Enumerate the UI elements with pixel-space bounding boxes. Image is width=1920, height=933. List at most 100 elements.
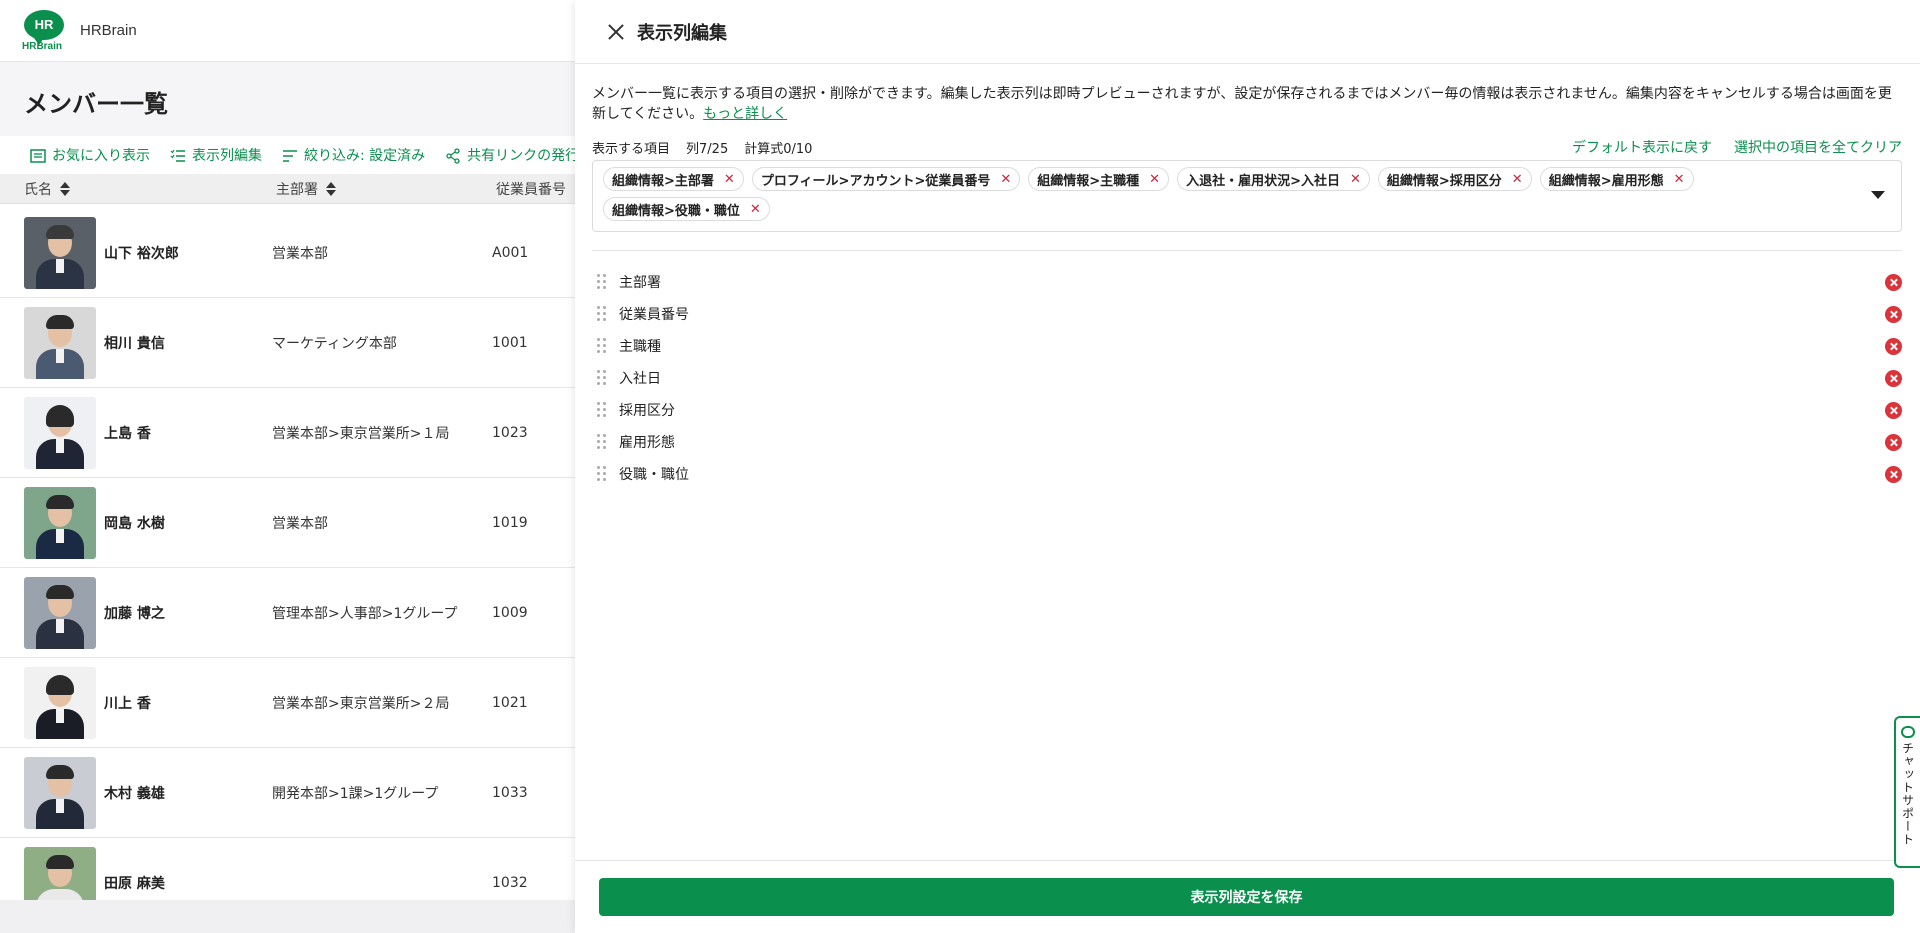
list-item[interactable]: 従業員番号	[592, 298, 1902, 330]
items-info-row: 表示する項目 列7/25 計算式0/10 デフォルト表示に戻す 選択中の項目を全…	[592, 137, 1902, 157]
tag-remove-icon[interactable]: ✕	[1000, 172, 1011, 187]
hrbrain-logo[interactable]: HR HRBrain	[22, 9, 66, 52]
avatar	[24, 396, 96, 469]
member-name[interactable]: 岡島 水樹	[96, 513, 272, 533]
member-dept: マーケティング本部	[272, 335, 397, 352]
panel-footer: 表示列設定を保存	[575, 860, 1920, 933]
header-emp-no-label: 従業員番号	[496, 181, 566, 198]
selected-tag: 組織情報>主職種 ✕	[1028, 167, 1170, 191]
table-row[interactable]: 川上 香 営業本部>東京営業所>２局 1021	[0, 658, 575, 748]
member-name[interactable]: 山下 裕次郎	[96, 243, 272, 263]
member-emp-no: 1009	[492, 604, 528, 621]
member-name[interactable]: 川上 香	[96, 693, 272, 713]
tag-label: 組織情報>採用区分	[1386, 173, 1502, 189]
tag-label: 組織情報>主職種	[1037, 173, 1140, 189]
header-dept-label: 主部署	[276, 181, 318, 198]
reset-default-link[interactable]: デフォルト表示に戻す	[1572, 137, 1712, 157]
remove-column-icon[interactable]	[1885, 401, 1902, 419]
member-emp-no: 1033	[492, 784, 528, 801]
list-box-icon	[30, 148, 46, 163]
table-row[interactable]: 木村 義雄 開発本部>1課>1グループ 1033	[0, 748, 575, 838]
save-columns-button[interactable]: 表示列設定を保存	[599, 878, 1894, 916]
column-edit-label: 表示列編集	[192, 148, 262, 164]
sort-icon[interactable]	[60, 181, 70, 197]
member-emp-no: 1023	[492, 424, 528, 441]
table-row[interactable]: 上島 香 営業本部>東京営業所>１局 1023	[0, 388, 575, 478]
dropdown-caret-icon[interactable]	[1871, 191, 1885, 199]
table-row[interactable]: 相川 貴信 マーケティング本部 1001	[0, 298, 575, 388]
column-label: 雇用形態	[619, 435, 675, 451]
drag-handle-icon[interactable]	[597, 274, 607, 290]
tag-remove-icon[interactable]: ✕	[750, 202, 761, 217]
filter-button[interactable]: 絞り込み: 設定済み	[282, 145, 425, 165]
header-name[interactable]: 氏名	[0, 179, 252, 199]
drag-handle-icon[interactable]	[597, 434, 607, 450]
remove-column-icon[interactable]	[1885, 305, 1902, 323]
drag-handle-icon[interactable]	[597, 466, 607, 482]
list-item[interactable]: 主職種	[592, 330, 1902, 362]
chat-support-button[interactable]: チャットサポート	[1894, 716, 1920, 868]
items-label: 表示する項目	[592, 141, 671, 157]
list-item[interactable]: 雇用形態	[592, 426, 1902, 458]
close-icon[interactable]	[607, 23, 625, 41]
member-table-body: 山下 裕次郎 営業本部 A001 相川 貴信 マーケティング本部 1001 上島…	[0, 208, 575, 900]
tag-remove-icon[interactable]: ✕	[1149, 172, 1160, 187]
drag-handle-icon[interactable]	[597, 306, 607, 322]
drag-handle-icon[interactable]	[597, 402, 607, 418]
tag-label: 入退社・雇用状況>入社日	[1186, 173, 1340, 189]
bottom-bar	[0, 900, 575, 933]
column-count: 列7/25	[686, 141, 729, 157]
member-name[interactable]: 上島 香	[96, 423, 272, 443]
favorites-label: お気に入り表示	[52, 148, 150, 164]
favorites-button[interactable]: お気に入り表示	[30, 145, 150, 165]
tag-label: 組織情報>役職・職位	[612, 203, 740, 219]
avatar	[24, 486, 96, 559]
tag-remove-icon[interactable]: ✕	[1674, 172, 1685, 187]
member-dept: 営業本部	[272, 245, 328, 262]
clear-all-link[interactable]: 選択中の項目を全てクリア	[1734, 137, 1902, 157]
list-item[interactable]: 主部署	[592, 266, 1902, 298]
member-name[interactable]: 加藤 博之	[96, 603, 272, 623]
remove-column-icon[interactable]	[1885, 337, 1902, 355]
share-link-label: 共有リンクの発行	[467, 148, 580, 164]
header-emp-no[interactable]: 従業員番号	[472, 179, 566, 199]
table-row[interactable]: 岡島 水樹 営業本部 1019	[0, 478, 575, 568]
member-name[interactable]: 相川 貴信	[96, 333, 272, 353]
header-dept[interactable]: 主部署	[252, 179, 472, 199]
list-item[interactable]: 採用区分	[592, 394, 1902, 426]
share-icon	[445, 148, 461, 164]
avatar	[24, 576, 96, 649]
filter-icon	[282, 148, 298, 162]
drag-handle-icon[interactable]	[597, 370, 607, 386]
column-order-list: 主部署 従業員番号 主職種 入社日 採用区分 雇用形態 役職・職位	[592, 266, 1902, 490]
drag-handle-icon[interactable]	[597, 338, 607, 354]
table-row[interactable]: 山下 裕次郎 営業本部 A001	[0, 208, 575, 298]
remove-column-icon[interactable]	[1885, 273, 1902, 291]
tag-label: 組織情報>主部署	[612, 173, 714, 189]
member-name[interactable]: 田原 麻美	[96, 873, 272, 893]
avatar	[24, 756, 96, 829]
column-edit-button[interactable]: 表示列編集	[170, 145, 262, 165]
share-link-button[interactable]: 共有リンクの発行	[445, 145, 579, 165]
panel-description: メンバー一覧に表示する項目の選択・削除ができます。編集した表示列は即時プレビュー…	[592, 84, 1892, 124]
more-details-link[interactable]: もっと詳しく	[703, 106, 787, 122]
column-label: 入社日	[619, 371, 661, 387]
remove-column-icon[interactable]	[1885, 433, 1902, 451]
avatar	[24, 216, 96, 289]
member-emp-no: 1021	[492, 694, 528, 711]
remove-column-icon[interactable]	[1885, 369, 1902, 387]
member-dept: 営業本部>東京営業所>１局	[272, 425, 450, 442]
selected-items-select[interactable]: 組織情報>主部署 ✕ プロフィール>アカウント>従業員番号 ✕ 組織情報>主職種 ✕ …	[592, 160, 1902, 232]
member-name[interactable]: 木村 義雄	[96, 783, 272, 803]
tag-remove-icon[interactable]: ✕	[1512, 172, 1523, 187]
sort-icon[interactable]	[326, 181, 336, 197]
list-item[interactable]: 役職・職位	[592, 458, 1902, 490]
list-item[interactable]: 入社日	[592, 362, 1902, 394]
selected-tag: 組織情報>採用区分 ✕	[1377, 167, 1532, 191]
table-row[interactable]: 田原 麻美 1032	[0, 838, 575, 900]
member-dept: 営業本部	[272, 515, 328, 532]
tag-remove-icon[interactable]: ✕	[724, 172, 735, 187]
tag-remove-icon[interactable]: ✕	[1350, 172, 1361, 187]
table-row[interactable]: 加藤 博之 管理本部>人事部>1グループ 1009	[0, 568, 575, 658]
remove-column-icon[interactable]	[1885, 465, 1902, 483]
